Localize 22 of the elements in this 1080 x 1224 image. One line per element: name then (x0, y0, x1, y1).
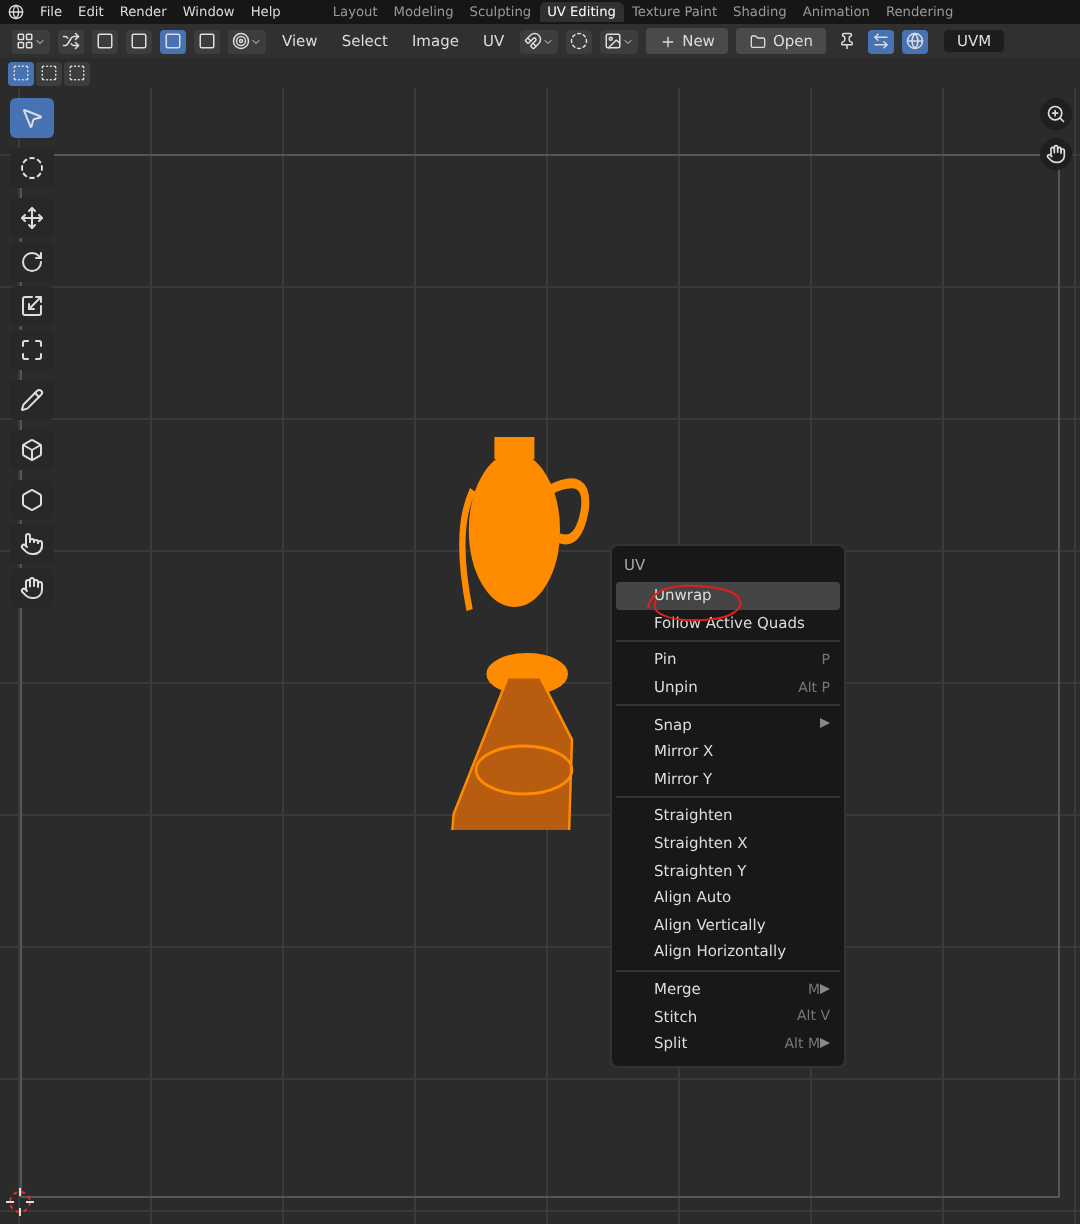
folder-icon (750, 33, 767, 49)
select-box-icon[interactable] (10, 98, 54, 138)
zoom-icon[interactable] (1040, 98, 1072, 130)
select-mode-icon[interactable] (92, 29, 118, 53)
selection-mode-icon[interactable] (36, 61, 62, 85)
plus-icon (660, 33, 677, 49)
overlay-icon[interactable] (902, 29, 929, 53)
select-mode-icon[interactable] (160, 29, 186, 53)
image-browse-icon[interactable] (600, 29, 639, 53)
selection-mode-icon[interactable] (64, 61, 90, 85)
select-mode-icon[interactable] (194, 29, 220, 53)
gizmo-icon[interactable] (868, 29, 895, 53)
editor-type-icon[interactable] (12, 29, 50, 53)
pan-hand-icon[interactable] (1040, 138, 1072, 170)
app-logo-icon (8, 4, 24, 20)
snap-icon[interactable] (520, 29, 559, 53)
selection-mode-icon[interactable] (8, 61, 34, 85)
pivot-icon[interactable] (228, 29, 266, 53)
proportional-edit-icon[interactable] (566, 29, 593, 53)
select-mode-icon[interactable] (126, 29, 152, 53)
sync-selection-icon[interactable] (58, 29, 84, 53)
2d-cursor-icon (6, 1188, 34, 1216)
